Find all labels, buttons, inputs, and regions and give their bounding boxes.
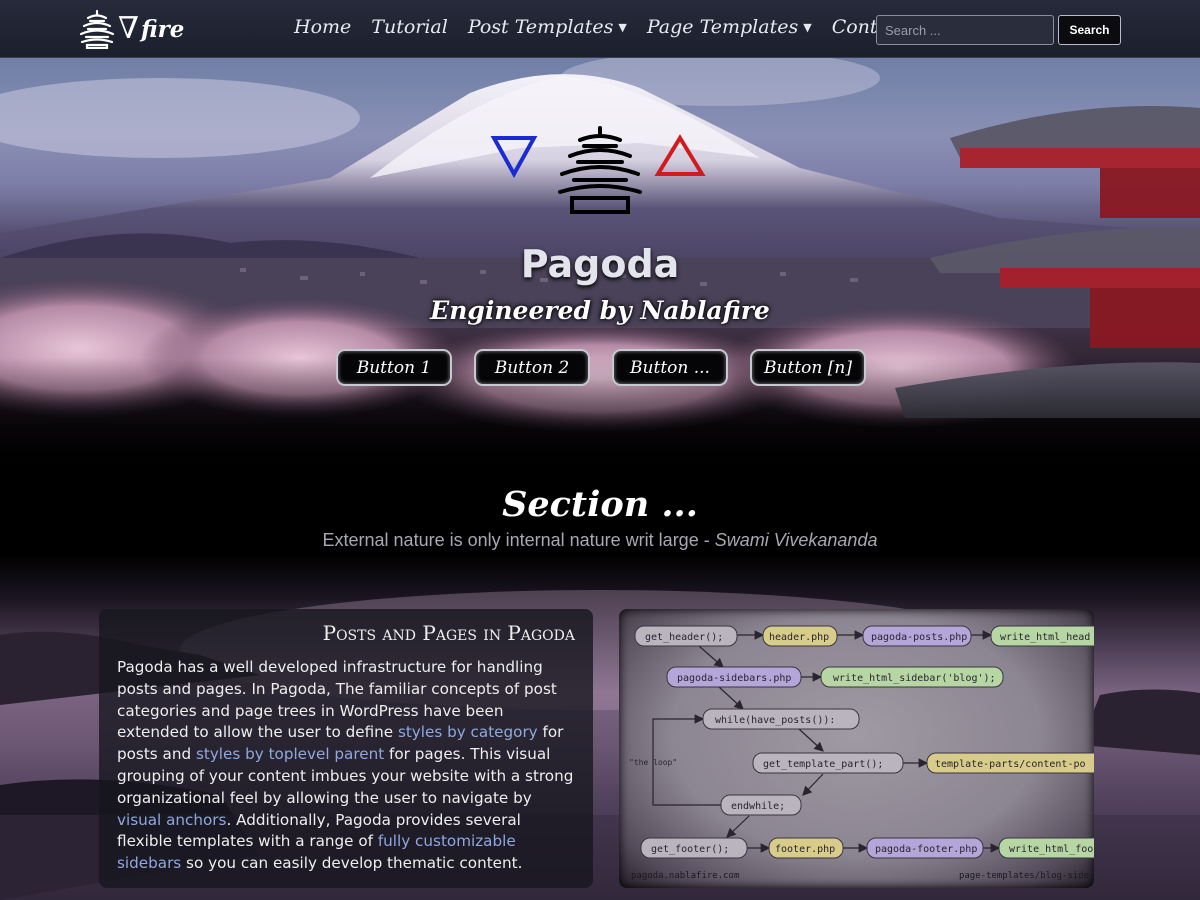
- posts-pages-card: Posts and Pages in Pagoda Pagoda has a w…: [99, 609, 593, 888]
- diagram-node-write-head: write_html_head: [990, 625, 1094, 647]
- quote-text: External nature is only internal nature …: [322, 530, 715, 550]
- diagram-node-pagoda-sidebars: pagoda-sidebars.php: [666, 666, 802, 688]
- nav-item-label: Home: [294, 16, 352, 38]
- hero-tagline: Engineered by Nablafire: [430, 296, 770, 325]
- svg-text:write_html_sidebar('blog');: write_html_sidebar('blog');: [833, 673, 996, 684]
- hero-button-3[interactable]: Button ...: [612, 349, 728, 386]
- svg-text:header.php: header.php: [769, 632, 829, 643]
- nav-item-label: Post Templates: [467, 16, 614, 38]
- diagram-node-write-sidebar: write_html_sidebar('blog');: [820, 666, 1004, 688]
- nav-item-home[interactable]: Home: [284, 12, 361, 42]
- diagram-node-pagoda-footer: pagoda-footer.php: [866, 837, 984, 859]
- hero-button-n[interactable]: Button [n]: [750, 349, 866, 386]
- styles-by-category-link[interactable]: styles by category: [398, 723, 538, 741]
- svg-text:pagoda-footer.php: pagoda-footer.php: [875, 844, 977, 855]
- nav-item-page-templates[interactable]: Page Templates ▼: [637, 12, 822, 42]
- hero-button-2[interactable]: Button 2: [474, 349, 590, 386]
- svg-text:write_html_foo: write_html_foo: [1009, 844, 1093, 855]
- pagoda-icon: [558, 126, 642, 214]
- main-nav: Home Tutorial Post Templates ▼ Page Temp…: [284, 12, 917, 42]
- diagram-node-pagoda-posts: pagoda-posts.php: [862, 625, 972, 647]
- svg-text:endwhile;: endwhile;: [731, 801, 785, 812]
- diagram-node-header-php: header.php: [762, 625, 838, 647]
- nav-item-post-templates[interactable]: Post Templates ▼: [458, 12, 637, 42]
- delta-icon: [654, 134, 706, 176]
- hero-title: Pagoda: [520, 242, 680, 286]
- svg-text:pagoda-sidebars.php: pagoda-sidebars.php: [677, 673, 791, 684]
- pagoda-icon: [79, 9, 115, 49]
- diagram-node-get-footer: get_footer();: [640, 837, 748, 859]
- nav-item-label: Tutorial: [371, 16, 448, 38]
- styles-by-toplevel-parent-link[interactable]: styles by toplevel parent: [196, 745, 384, 763]
- hero-button-group: Button 1 Button 2 Button ... Button [n]: [336, 349, 866, 386]
- diagram-footer-left: pagoda.nablafire.com: [631, 871, 739, 881]
- card-body: Pagoda has a well developed infrastructu…: [117, 657, 575, 875]
- hero-button-1[interactable]: Button 1: [336, 349, 452, 386]
- nabla-icon: [490, 136, 538, 179]
- diagram-node-endwhile: endwhile;: [720, 794, 802, 816]
- loop-label: "the loop": [629, 758, 677, 767]
- quote-author: Swami Vivekananda: [714, 530, 878, 550]
- svg-text:get_template_part();: get_template_part();: [763, 759, 883, 770]
- visual-anchors-link[interactable]: visual anchors: [117, 811, 226, 829]
- svg-text:get_footer();: get_footer();: [651, 844, 729, 855]
- search-button[interactable]: Search: [1058, 15, 1121, 45]
- card-text: so you can easily develop thematic conte…: [181, 854, 523, 873]
- template-flow-diagram: get_header(); header.php pagoda-posts.ph…: [619, 609, 1094, 888]
- brand-text: fire: [140, 15, 185, 43]
- diagram-node-content-part: template-parts/content-po: [926, 752, 1094, 774]
- hero-banner: Pagoda Engineered by Nablafire Button 1 …: [0, 58, 1200, 478]
- diagram-node-while: while(have_posts()):: [702, 708, 860, 730]
- svg-text:get_header();: get_header();: [645, 632, 723, 643]
- brand-nabla-symbol: ∇: [118, 11, 139, 46]
- diagram-footer-right: page-templates/blog-side: [959, 871, 1089, 881]
- svg-text:while(have_posts()):: while(have_posts()):: [715, 715, 835, 726]
- svg-text:pagoda-posts.php: pagoda-posts.php: [871, 632, 967, 643]
- diagram-node-footer-php: footer.php: [768, 837, 844, 859]
- caret-down-icon: ▼: [803, 20, 812, 34]
- caret-down-icon: ▼: [618, 20, 627, 34]
- diagram-node-write-foot: write_html_foo: [998, 837, 1094, 859]
- top-navbar: ∇ fire Home Tutorial Post Templates ▼ Pa…: [0, 0, 1200, 58]
- svg-text:template-parts/content-po: template-parts/content-po: [935, 759, 1086, 770]
- svg-text:footer.php: footer.php: [775, 844, 835, 855]
- brand-logo[interactable]: ∇ fire: [78, 6, 184, 52]
- section-title: Section ...: [502, 484, 698, 525]
- pagoda-nabla-logo: [490, 126, 706, 214]
- search-input[interactable]: [876, 15, 1054, 45]
- section-quote: External nature is only internal nature …: [0, 530, 1200, 551]
- diagram-node-get-template-part: get_template_part();: [752, 752, 904, 774]
- card-title: Posts and Pages in Pagoda: [322, 621, 575, 645]
- svg-text:write_html_head: write_html_head: [1000, 632, 1090, 643]
- diagram-node-get-header: get_header();: [634, 625, 738, 647]
- nav-item-tutorial[interactable]: Tutorial: [361, 12, 458, 42]
- nav-item-label: Page Templates: [646, 16, 799, 38]
